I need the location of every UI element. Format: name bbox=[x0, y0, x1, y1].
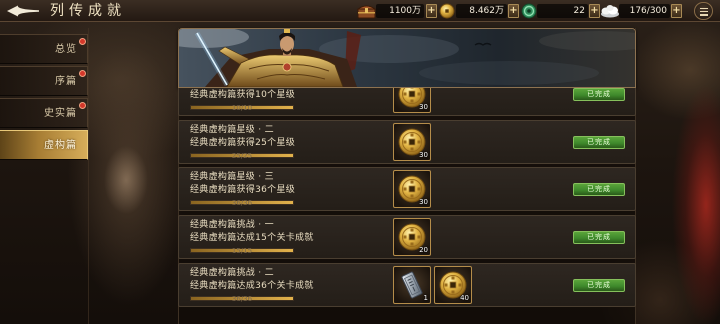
progress-text: 36/36 bbox=[231, 199, 253, 207]
achievement-description: 经典虚构篇达成36个关卡成就 bbox=[190, 281, 314, 291]
achievement-description: 经典虚构篇达成15个关卡成就 bbox=[190, 233, 314, 243]
achievement-row: 经典虚构篇挑战 · 一 经典虚构篇达成15个关卡成就 15/15 20 已完成 bbox=[178, 215, 636, 259]
notification-dot bbox=[79, 70, 86, 77]
reward-slot[interactable]: 1 bbox=[393, 266, 431, 304]
tab-label: 虚构篇 bbox=[44, 140, 77, 151]
jade-icon bbox=[521, 3, 537, 19]
completed-button[interactable]: 已完成 bbox=[573, 183, 625, 196]
menu-line bbox=[700, 14, 708, 16]
resource-provisions-value: 176/300 bbox=[619, 4, 670, 18]
add-gold-button[interactable]: + bbox=[508, 4, 519, 18]
resource-chest-value: 1100万 bbox=[376, 4, 424, 18]
reward-count: 20 bbox=[419, 246, 428, 254]
achievement-row: 经典虚构篇星级 · 三 经典虚构篇获得36个星级 36/36 30 已完成 bbox=[178, 167, 636, 211]
achievement-title: 经典虚构篇挑战 · 二 bbox=[190, 268, 274, 278]
reward-slot[interactable]: 20 bbox=[393, 218, 431, 256]
reward-count: 30 bbox=[419, 198, 428, 206]
reward-count: 30 bbox=[419, 151, 428, 159]
reward-slot[interactable]: 30 bbox=[393, 88, 431, 113]
progress-text: 10/10 bbox=[231, 104, 253, 112]
tab-overview[interactable]: 总览 bbox=[0, 34, 88, 64]
progress-text: 36/36 bbox=[231, 295, 253, 303]
achievement-description: 经典虚构篇获得10个星级 bbox=[190, 90, 296, 100]
achievements-screen: 列传成就 1100万 + 8.462万 + 22 + 176/300 + 总览 bbox=[0, 0, 720, 324]
tab-label: 序篇 bbox=[55, 76, 77, 87]
back-arrow-icon[interactable] bbox=[6, 4, 40, 18]
achievement-title: 经典虚构篇挑战 · 一 bbox=[190, 220, 274, 230]
completed-button[interactable]: 已完成 bbox=[573, 136, 625, 149]
completed-button[interactable]: 已完成 bbox=[573, 88, 625, 101]
tab-label: 史实篇 bbox=[44, 108, 77, 119]
completed-button[interactable]: 已完成 bbox=[573, 279, 625, 292]
achievement-title: 经典虚构篇星级 · 三 bbox=[190, 172, 274, 182]
add-chest-button[interactable]: + bbox=[426, 4, 437, 18]
reward-count: 40 bbox=[460, 294, 469, 302]
page-title: 列传成就 bbox=[50, 3, 126, 19]
gold-coin-icon bbox=[439, 3, 455, 19]
hero-portrait bbox=[179, 29, 635, 87]
tab-prologue[interactable]: 序篇 bbox=[0, 66, 88, 96]
achievement-row: 经典虚构篇星级 · 二 经典虚构篇获得25个星级 25/25 30 已完成 bbox=[178, 120, 636, 164]
token-icon bbox=[397, 270, 427, 300]
progress-text: 15/15 bbox=[231, 247, 253, 255]
achievement-row: 经典虚构篇挑战 · 二 经典虚构篇达成36个关卡成就 36/36 1 40 已完… bbox=[178, 263, 636, 307]
tab-label: 总览 bbox=[55, 44, 77, 55]
reward-slot[interactable]: 40 bbox=[434, 266, 472, 304]
completed-button[interactable]: 已完成 bbox=[573, 231, 625, 244]
menu-line bbox=[700, 7, 708, 9]
resource-jade-value: 22 bbox=[537, 4, 588, 18]
achievement-description: 经典虚构篇获得25个星级 bbox=[190, 138, 296, 148]
chest-icon bbox=[357, 5, 376, 19]
reward-slot[interactable]: 30 bbox=[393, 170, 431, 208]
provisions-icon bbox=[601, 5, 619, 18]
achievement-title: 经典虚构篇星级 · 二 bbox=[190, 125, 274, 135]
add-jade-button[interactable]: + bbox=[589, 4, 600, 18]
resource-gold-value: 8.462万 bbox=[456, 4, 507, 18]
reward-count: 1 bbox=[423, 294, 428, 302]
tab-historical[interactable]: 史实篇 bbox=[0, 98, 88, 128]
achievement-description: 经典虚构篇获得36个星级 bbox=[190, 185, 296, 195]
reward-count: 30 bbox=[419, 103, 428, 111]
tab-fictional[interactable]: 虚构篇 bbox=[0, 130, 88, 160]
reward-slot[interactable]: 30 bbox=[393, 123, 431, 161]
notification-dot bbox=[79, 38, 86, 45]
menu-line bbox=[700, 10, 708, 13]
banner bbox=[178, 28, 636, 88]
sidebar-divider bbox=[88, 28, 89, 324]
add-provisions-button[interactable]: + bbox=[671, 4, 682, 18]
progress-text: 25/25 bbox=[231, 152, 253, 160]
achievement-list[interactable]: 经典虚构篇获得10个星级 10/10 30 已完成 经典虚构篇星级 · 二 经典… bbox=[178, 88, 636, 324]
menu-icon[interactable] bbox=[694, 2, 713, 20]
notification-dot bbox=[79, 102, 86, 109]
achievement-row: 经典虚构篇获得10个星级 10/10 30 已完成 bbox=[178, 88, 636, 116]
